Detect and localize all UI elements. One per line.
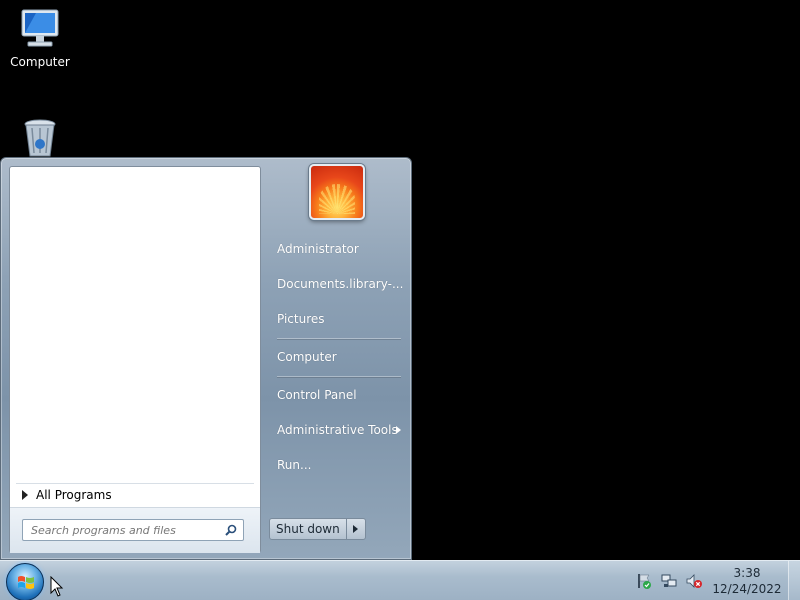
menu-item-label: Control Panel <box>277 388 357 402</box>
start-menu: All Programs Administrator Documents.lib… <box>0 157 412 560</box>
search-input[interactable] <box>31 523 211 537</box>
chevron-right-icon <box>22 489 28 500</box>
search-icon[interactable] <box>225 524 237 536</box>
search-box[interactable] <box>22 519 244 541</box>
all-programs-label: All Programs <box>36 487 112 502</box>
menu-item-label: Administrative Tools <box>277 423 398 437</box>
user-avatar[interactable] <box>309 164 365 220</box>
clock-time: 3:38 <box>733 566 761 580</box>
menu-item-label: Pictures <box>277 312 325 326</box>
shutdown-options-button[interactable] <box>347 519 365 539</box>
mouse-cursor-icon <box>50 576 64 597</box>
windows-logo-icon <box>18 576 34 589</box>
start-menu-left-pane: All Programs <box>9 166 261 553</box>
taskbar: 3:38 12/24/2022 <box>0 560 800 600</box>
menu-item-label: Computer <box>277 350 337 364</box>
shutdown-control: Shut down <box>269 518 366 540</box>
menu-item-control-panel[interactable]: Control Panel <box>271 382 405 408</box>
clock-date: 12/24/2022 <box>712 582 782 596</box>
volume-muted-icon[interactable] <box>685 572 703 590</box>
all-programs-button[interactable]: All Programs <box>16 483 254 505</box>
menu-separator <box>277 338 401 339</box>
chevron-right-icon <box>353 525 359 533</box>
shutdown-button[interactable]: Shut down <box>270 519 347 539</box>
pinned-programs-list <box>10 167 260 475</box>
menu-item-label: Run... <box>277 458 312 472</box>
start-menu-right-pane: Administrator Documents.library-... Pict… <box>263 158 413 561</box>
clock[interactable]: 3:38 12/24/2022 <box>710 565 784 597</box>
menu-item-pictures[interactable]: Pictures <box>271 306 405 332</box>
menu-item-run[interactable]: Run... <box>271 452 405 478</box>
menu-separator <box>277 376 401 377</box>
computer-icon <box>21 9 59 47</box>
desktop-icon-recycle-bin[interactable] <box>0 118 80 158</box>
menu-item-label: Documents.library-... <box>277 277 404 291</box>
menu-item-computer[interactable]: Computer <box>271 344 405 370</box>
network-icon[interactable] <box>660 572 678 590</box>
menu-item-label: Administrator <box>277 242 359 256</box>
desktop-icon-computer[interactable]: Computer <box>0 8 80 69</box>
search-area <box>10 507 260 553</box>
system-tray: 3:38 12/24/2022 <box>635 561 800 600</box>
desktop-icon-label: Computer <box>10 55 70 69</box>
menu-item-documents[interactable]: Documents.library-... <box>271 271 405 297</box>
chevron-right-icon <box>396 426 401 434</box>
menu-item-administrator[interactable]: Administrator <box>271 236 405 262</box>
recycle-bin-icon <box>24 119 56 157</box>
action-center-flag-icon[interactable] <box>635 572 653 590</box>
show-desktop-button[interactable] <box>788 561 800 600</box>
start-button[interactable] <box>6 563 44 600</box>
menu-item-administrative-tools[interactable]: Administrative Tools <box>271 417 405 443</box>
